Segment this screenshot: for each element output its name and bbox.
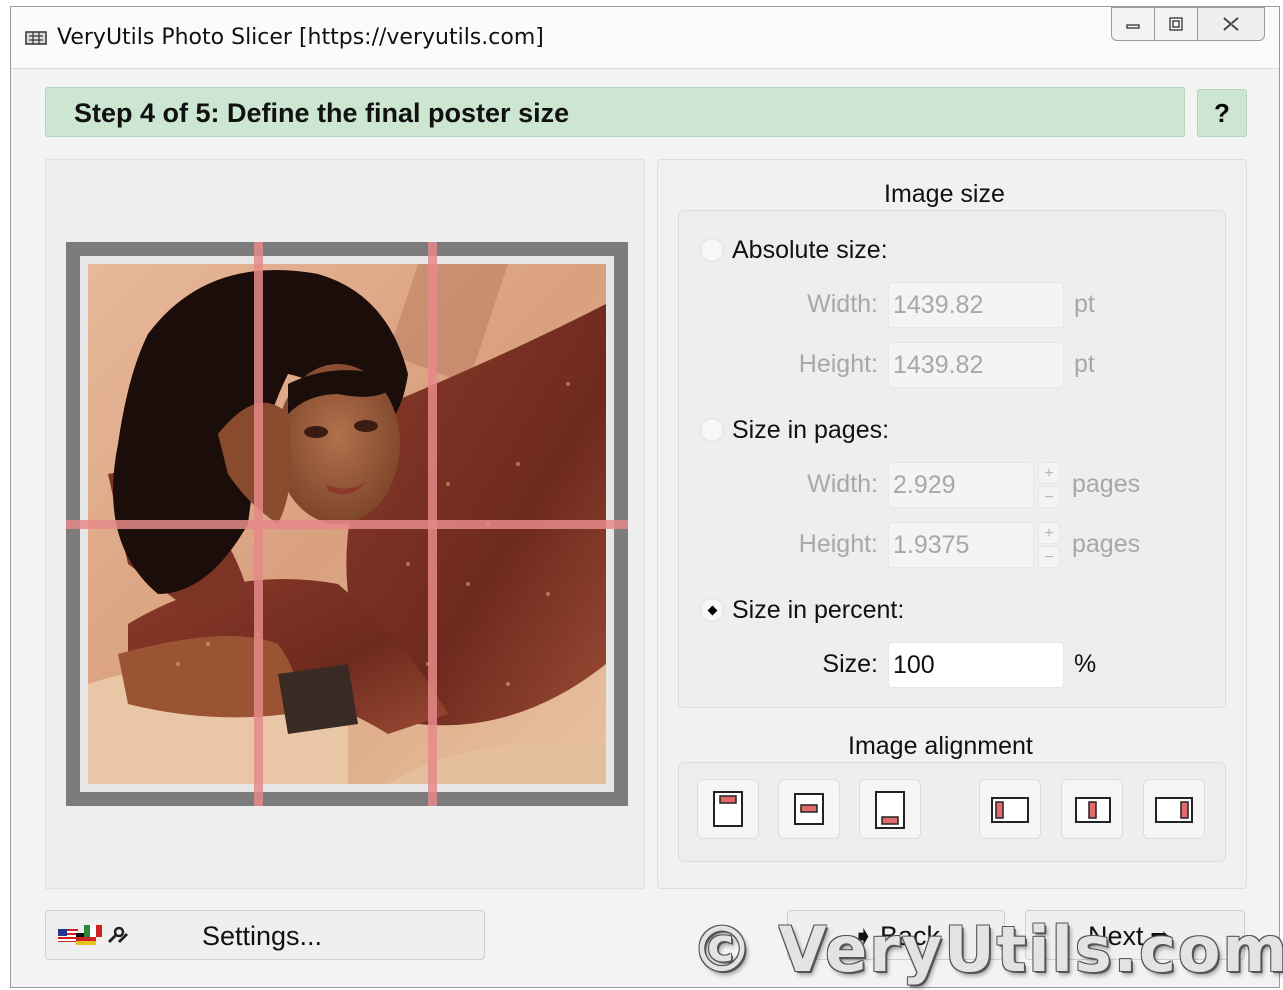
align-left-button[interactable]: [979, 779, 1041, 839]
pages-width-label: Width:: [807, 470, 878, 498]
absolute-width-unit: pt: [1074, 290, 1095, 318]
slice-line-h1: [66, 520, 628, 529]
decrement-icon[interactable]: −: [1038, 546, 1060, 568]
slice-grid: [66, 242, 628, 806]
absolute-height-label: Height:: [798, 350, 878, 378]
app-window: VeryUtils Photo Slicer [https://veryutil…: [10, 6, 1283, 988]
align-right-button[interactable]: [1143, 779, 1205, 839]
minimize-button[interactable]: [1111, 7, 1155, 41]
pages-height-label: Height:: [798, 530, 878, 558]
align-middle-icon: [794, 793, 824, 825]
window-title: VeryUtils Photo Slicer [https://veryutil…: [57, 25, 544, 50]
pages-size-radio[interactable]: [700, 418, 724, 442]
align-left-icon: [991, 797, 1029, 823]
percent-size-label-field: Size:: [822, 650, 878, 678]
align-top-icon: [713, 791, 743, 827]
step-title: Step 4 of 5: Define the final poster siz…: [74, 98, 570, 128]
align-center-icon: [1075, 797, 1111, 823]
absolute-width-label: Width:: [807, 290, 878, 318]
decrement-icon[interactable]: −: [1038, 486, 1060, 508]
pages-size-label: Size in pages:: [732, 416, 890, 444]
poster-frame: [66, 242, 628, 806]
absolute-width-input[interactable]: [888, 282, 1064, 328]
app-icon: [25, 31, 47, 45]
poster-preview-panel: [45, 159, 645, 889]
align-right-icon: [1155, 797, 1193, 823]
absolute-size-radio[interactable]: [700, 238, 724, 262]
title-bar: VeryUtils Photo Slicer [https://veryutil…: [11, 7, 1279, 69]
align-center-button[interactable]: [1061, 779, 1123, 839]
step-header: Step 4 of 5: Define the final poster siz…: [45, 87, 1185, 137]
align-bottom-button[interactable]: [859, 779, 921, 839]
language-flags-icon: [58, 925, 128, 945]
settings-label: Settings...: [202, 921, 323, 951]
percent-size-label: Size in percent:: [732, 596, 905, 624]
percent-size-input[interactable]: [888, 642, 1064, 688]
pages-width-unit: pages: [1072, 470, 1141, 498]
minimize-icon: [1126, 24, 1140, 29]
increment-icon[interactable]: +: [1038, 462, 1060, 484]
absolute-height-unit: pt: [1074, 350, 1095, 378]
pages-width-input[interactable]: [888, 462, 1034, 508]
align-bottom-icon: [875, 791, 905, 829]
image-alignment-heading: Image alignment: [848, 732, 1033, 760]
increment-icon[interactable]: +: [1038, 522, 1060, 544]
close-icon: [1223, 17, 1240, 31]
maximize-button[interactable]: [1154, 7, 1198, 41]
close-button[interactable]: [1197, 7, 1265, 41]
pages-width-stepper[interactable]: + −: [1038, 462, 1060, 508]
percent-size-radio[interactable]: [700, 598, 724, 622]
percent-size-unit: %: [1074, 650, 1097, 678]
pages-height-stepper[interactable]: + −: [1038, 522, 1060, 568]
absolute-size-label: Absolute size:: [732, 236, 888, 264]
image-size-heading: Image size: [884, 180, 1005, 208]
align-top-button[interactable]: [697, 779, 759, 839]
maximize-icon: [1169, 17, 1183, 31]
window-controls: [1111, 7, 1265, 41]
align-middle-button[interactable]: [778, 779, 840, 839]
absolute-height-input[interactable]: [888, 342, 1064, 388]
help-button[interactable]: ?: [1197, 89, 1247, 137]
pages-height-input[interactable]: [888, 522, 1034, 568]
pages-height-unit: pages: [1072, 530, 1141, 558]
watermark: © VeryUtils.com: [691, 913, 1283, 986]
settings-button[interactable]: Settings...: [45, 910, 485, 960]
